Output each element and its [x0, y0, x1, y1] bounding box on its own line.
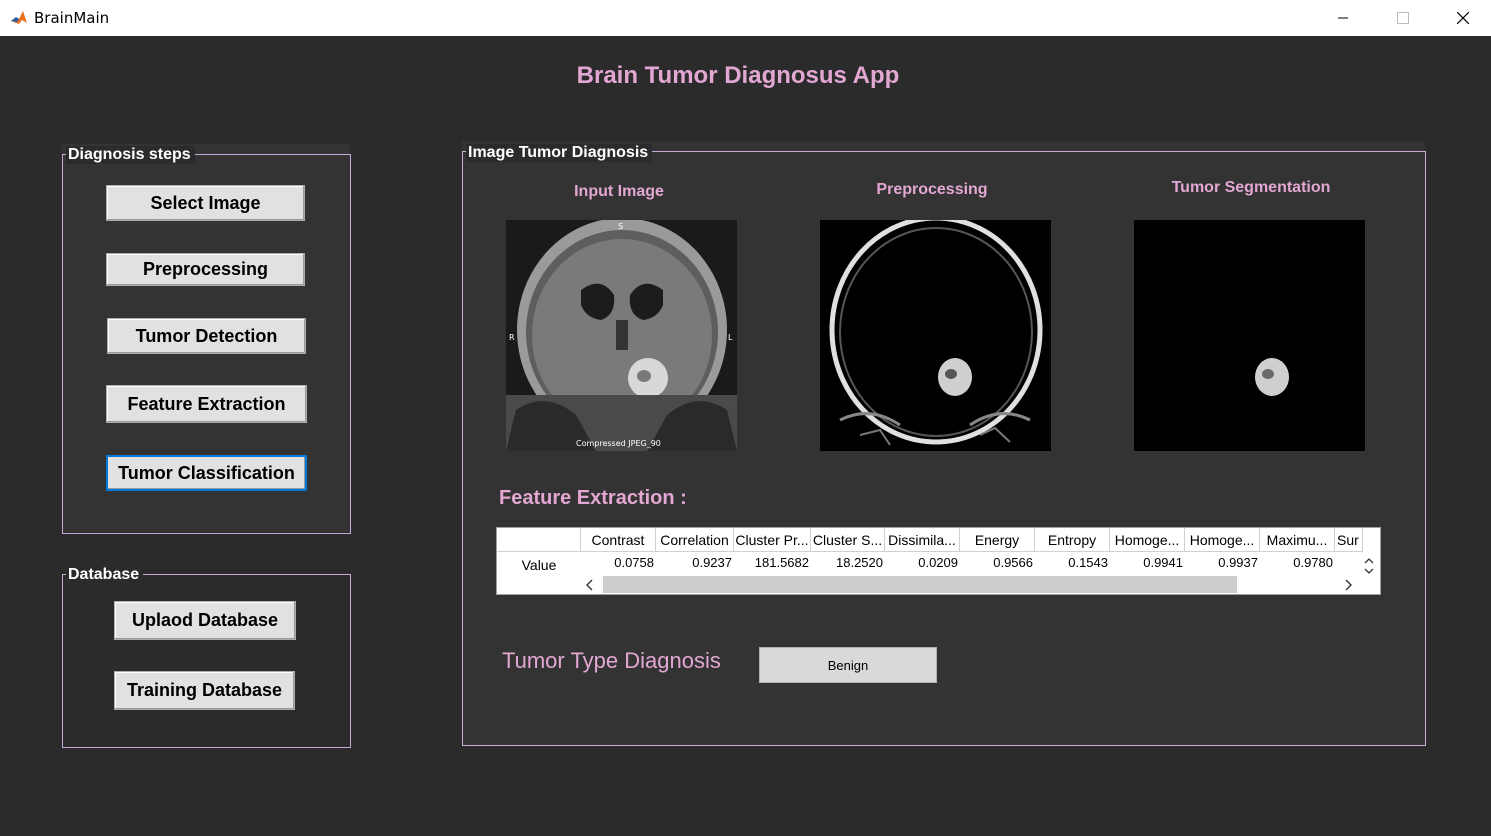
preprocessing-button[interactable]: Preprocessing — [106, 253, 305, 286]
table-cell[interactable]: 0.0758 — [581, 553, 656, 573]
column-header[interactable]: Homoge... — [1185, 528, 1260, 552]
upload-database-button[interactable]: Uplaod Database — [114, 601, 296, 640]
image-panel-title: Image Tumor Diagnosis — [466, 144, 653, 162]
tumor-detection-button[interactable]: Tumor Detection — [107, 318, 306, 354]
table-cell[interactable]: 0.9566 — [960, 553, 1035, 573]
column-header[interactable]: Cluster S... — [811, 528, 885, 552]
svg-text:L: L — [728, 333, 733, 342]
column-header[interactable]: Correlation — [656, 528, 734, 552]
table-cell[interactable]: 0.9780 — [1260, 553, 1335, 573]
close-button[interactable] — [1440, 0, 1486, 36]
table-cell[interactable]: 0.0209 — [885, 553, 960, 573]
table-cell[interactable]: 0.9941 — [1110, 553, 1185, 573]
horizontal-scrollbar[interactable] — [581, 576, 1361, 593]
column-header[interactable]: Dissimila... — [885, 528, 960, 552]
minimize-button[interactable] — [1320, 0, 1366, 36]
column-header[interactable]: Energy — [960, 528, 1035, 552]
features-table[interactable]: Contrast Correlation Cluster Pr... Clust… — [496, 527, 1381, 595]
column-header[interactable]: Contrast — [581, 528, 656, 552]
preprocessing-image-axes — [820, 220, 1051, 451]
table-corner — [497, 528, 581, 552]
window-titlebar: BrainMain — [0, 0, 1491, 36]
tumor-classification-button[interactable]: Tumor Classification — [106, 455, 307, 491]
minimize-icon — [1338, 17, 1348, 19]
preprocessing-label: Preprocessing — [876, 181, 988, 198]
feature-extraction-button[interactable]: Feature Extraction — [106, 385, 307, 423]
column-header[interactable]: Sur — [1335, 528, 1363, 552]
matlab-icon — [10, 9, 28, 27]
row-header-value: Value — [521, 557, 557, 573]
scroll-right-icon[interactable] — [1343, 579, 1353, 591]
svg-text:S: S — [618, 222, 623, 231]
window-title: BrainMain — [34, 9, 110, 27]
tumor-type-diagnosis-label: Tumor Type Diagnosis — [502, 648, 721, 673]
app-title: Brain Tumor Diagnosus App — [576, 62, 900, 89]
select-image-button[interactable]: Select Image — [106, 185, 305, 221]
column-header[interactable]: Homoge... — [1110, 528, 1185, 552]
table-cell[interactable]: 18.2520 — [811, 553, 885, 573]
database-title: Database — [66, 566, 144, 584]
segmentation-image-axes — [1134, 220, 1365, 451]
maximize-icon — [1397, 12, 1409, 24]
column-header[interactable]: Entropy — [1035, 528, 1110, 552]
table-cell[interactable]: 0.9937 — [1185, 553, 1260, 573]
table-cell[interactable]: 0.9237 — [656, 553, 734, 573]
column-header[interactable]: Cluster Pr... — [734, 528, 811, 552]
maximize-button[interactable] — [1380, 0, 1426, 36]
segmented-tumor-image — [1134, 220, 1365, 451]
mri-input-image: Compressed JPEG_90 S R L — [506, 220, 737, 451]
column-header[interactable]: Maximu... — [1260, 528, 1335, 552]
svg-text:Compressed JPEG_90: Compressed JPEG_90 — [576, 439, 661, 448]
vertical-scroll-arrows-icon[interactable] — [1363, 556, 1375, 576]
svg-text:R: R — [509, 333, 515, 342]
diagnosis-steps-title: Diagnosis steps — [66, 146, 195, 164]
scrollbar-thumb[interactable] — [603, 576, 1237, 593]
preprocessed-image — [820, 220, 1051, 451]
diagnosis-result-field: Benign — [759, 647, 937, 683]
tumor-segmentation-label: Tumor Segmentation — [1171, 179, 1331, 196]
close-icon — [1457, 12, 1469, 24]
table-cell[interactable]: 181.5682 — [734, 553, 811, 573]
training-database-button[interactable]: Training Database — [114, 671, 295, 710]
input-image-label: Input Image — [574, 183, 664, 200]
scroll-left-icon[interactable] — [585, 579, 595, 591]
input-image-axes: Compressed JPEG_90 S R L — [506, 220, 737, 451]
feature-extraction-label: Feature Extraction : — [499, 487, 687, 509]
table-cell[interactable]: 0.1543 — [1035, 553, 1110, 573]
